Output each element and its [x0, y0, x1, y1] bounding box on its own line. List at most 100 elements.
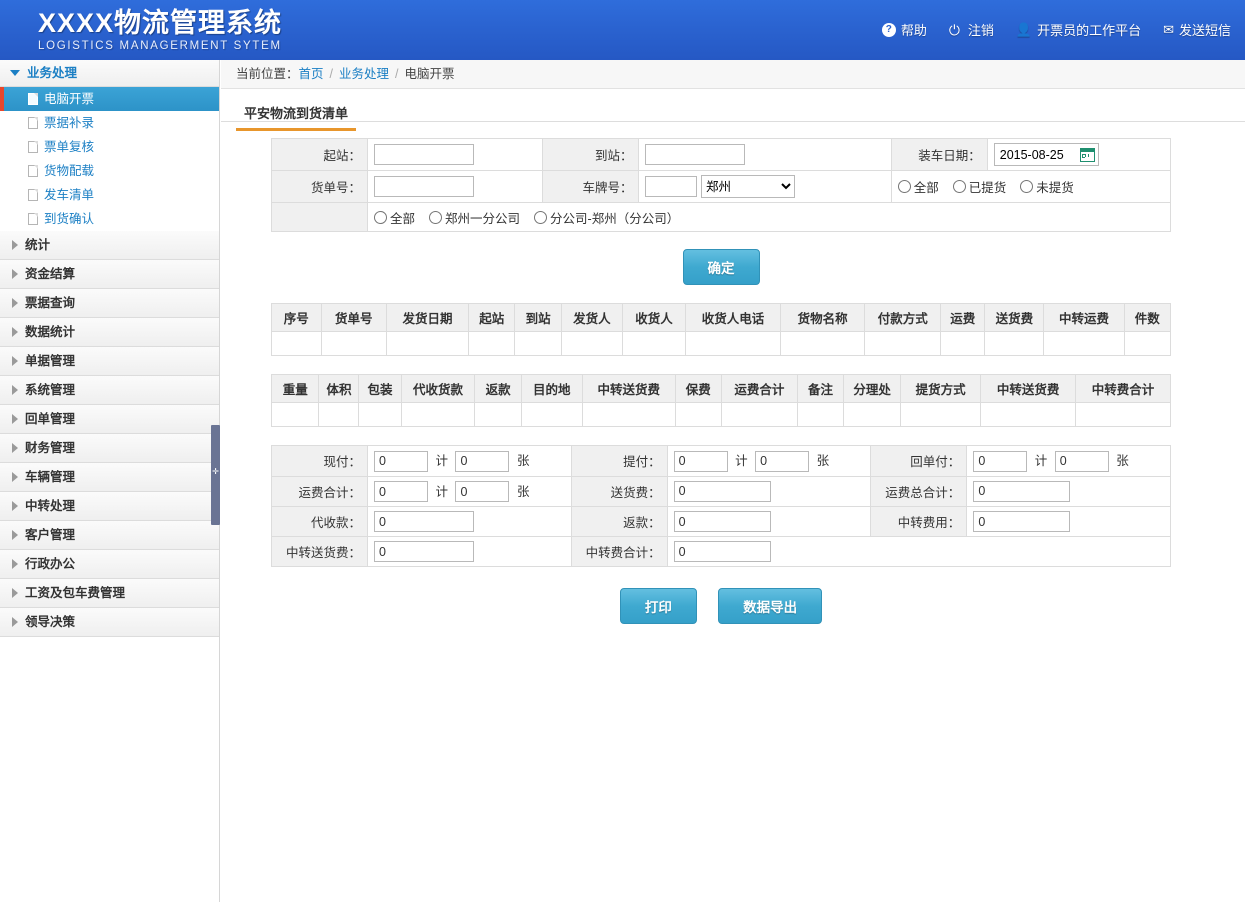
- sidebar-scrollbar[interactable]: [211, 60, 220, 902]
- search-form-row-3: 全部 郑州一分公司 分公司-郑州（分公司）: [272, 203, 1171, 232]
- waybill-input[interactable]: [374, 176, 474, 197]
- sidebar-group-label: 票据查询: [25, 289, 75, 318]
- cash-paid-count-input[interactable]: [455, 451, 509, 472]
- sidebar-scrollbar-thumb[interactable]: [211, 425, 220, 525]
- collect-paid-count-input[interactable]: [755, 451, 809, 472]
- freight-grand-total-input[interactable]: [973, 481, 1070, 502]
- branch-radio-zz-first[interactable]: 郑州一分公司: [429, 208, 520, 227]
- freight-total-input[interactable]: [374, 481, 428, 502]
- plate-input[interactable]: [645, 176, 697, 197]
- branch-radio-zz-first-input[interactable]: [429, 211, 442, 224]
- origin-input[interactable]: [374, 144, 474, 165]
- pickup-radio-picked[interactable]: 已提货: [953, 177, 1007, 196]
- pickup-radio-picked-input[interactable]: [953, 180, 966, 193]
- receipt-paid-cell: 计 张: [967, 446, 1171, 477]
- confirm-button[interactable]: 确定: [683, 249, 760, 285]
- freight-total-cell: 计 张: [368, 476, 572, 507]
- breadcrumb-separator: /: [395, 67, 398, 81]
- plate-region-select[interactable]: 郑州: [701, 175, 795, 198]
- branch-radio-all-input[interactable]: [374, 211, 387, 224]
- date-picker[interactable]: [994, 143, 1099, 166]
- load-date-input[interactable]: [998, 147, 1078, 163]
- sidebar-group-fund-settlement: 资金结算: [0, 260, 219, 289]
- pickup-radio-picked-label: 已提货: [969, 177, 1007, 196]
- nav-workspace[interactable]: 👤 开票员的工作平台: [1016, 20, 1141, 39]
- sidebar-item-vehicle-management[interactable]: 车辆管理: [0, 463, 219, 492]
- plate-field-cell: 郑州: [639, 171, 891, 203]
- sidebar-item-computer-invoice[interactable]: 电脑开票: [0, 87, 219, 111]
- sidebar-item-cargo-loading[interactable]: 货物配载: [0, 159, 219, 183]
- breadcrumb-home[interactable]: 首页: [299, 67, 324, 81]
- freight-total-label: 运费合计：: [272, 476, 368, 507]
- transfer-fee-total-input[interactable]: [674, 541, 771, 562]
- sidebar-group-bill-query: 票据查询: [0, 289, 219, 318]
- collect-paid-input[interactable]: [674, 451, 728, 472]
- branch-radio-zz-sub[interactable]: 分公司-郑州（分公司）: [534, 208, 679, 227]
- receipt-paid-input[interactable]: [973, 451, 1027, 472]
- sidebar-item-customer-management[interactable]: 客户管理: [0, 521, 219, 550]
- unit-zhang: 张: [517, 485, 530, 499]
- origin-label: 起站：: [272, 139, 368, 171]
- print-button[interactable]: 打印: [620, 588, 697, 624]
- branch-radio-all[interactable]: 全部: [374, 208, 415, 227]
- pickup-radio-unpicked-input[interactable]: [1020, 180, 1033, 193]
- col-pickup-method: 提货方式: [901, 375, 981, 403]
- sidebar-item-transfer-processing[interactable]: 中转处理: [0, 492, 219, 521]
- table-cell: [521, 403, 582, 427]
- logo-title-cn: XXXX物流管理系统: [38, 8, 282, 38]
- col-pieces: 件数: [1124, 304, 1170, 332]
- sidebar-item-statistics[interactable]: 统计: [0, 231, 219, 260]
- col-volume: 体积: [319, 375, 359, 403]
- sidebar-item-system-management[interactable]: 系统管理: [0, 376, 219, 405]
- pickup-radio-all-input[interactable]: [898, 180, 911, 193]
- col-origin: 起站: [469, 304, 515, 332]
- sidebar-item-bill-review[interactable]: 票单复核: [0, 135, 219, 159]
- transfer-fee-total-label: 中转费合计：: [571, 537, 667, 567]
- chevron-right-icon: [12, 530, 18, 540]
- sidebar-group-label: 回单管理: [25, 405, 75, 434]
- sidebar-item-document-management[interactable]: 单据管理: [0, 347, 219, 376]
- nav-logout[interactable]: ⏻ 注销: [949, 20, 994, 39]
- breadcrumb-level2[interactable]: 业务处理: [339, 67, 389, 81]
- sidebar-item-arrival-confirm[interactable]: 到货确认: [0, 207, 219, 231]
- refund-input[interactable]: [674, 511, 771, 532]
- nav-send-sms[interactable]: ✉ 发送短信: [1163, 20, 1231, 39]
- cash-paid-cell: 计 张: [368, 446, 572, 477]
- sidebar-item-finance-management[interactable]: 财务管理: [0, 434, 219, 463]
- sidebar-group-header-business[interactable]: 业务处理: [0, 60, 219, 87]
- sidebar-item-leadership-decision[interactable]: 领导决策: [0, 608, 219, 637]
- tab-arrival-list[interactable]: 平安物流到货清单: [236, 103, 356, 131]
- delivery-fee-input[interactable]: [674, 481, 771, 502]
- sidebar-item-receipt-management[interactable]: 回单管理: [0, 405, 219, 434]
- export-button[interactable]: 数据导出: [718, 588, 822, 624]
- dest-input[interactable]: [645, 144, 745, 165]
- sidebar-group-label: 单据管理: [25, 347, 75, 376]
- col-ship-date: 发货日期: [386, 304, 468, 332]
- cod-input[interactable]: [374, 511, 474, 532]
- main-content: 当前位置：首页/业务处理/电脑开票 平安物流到货清单 起站： 到站： 装车日期：: [221, 60, 1245, 902]
- transfer-delivery-fee-input[interactable]: [374, 541, 474, 562]
- sidebar-item-data-statistics[interactable]: 数据统计: [0, 318, 219, 347]
- receipt-paid-count-input[interactable]: [1055, 451, 1109, 472]
- pickup-radio-all[interactable]: 全部: [898, 177, 939, 196]
- table-cell: [1076, 403, 1171, 427]
- calendar-icon[interactable]: [1080, 148, 1095, 162]
- sidebar-item-bill-supplement[interactable]: 票据补录: [0, 111, 219, 135]
- sidebar-item-salary-charter[interactable]: 工资及包车费管理: [0, 579, 219, 608]
- col-branch-office: 分理处: [844, 375, 901, 403]
- nav-help[interactable]: ? 帮助: [882, 20, 927, 39]
- sidebar-group-label: 行政办公: [25, 550, 75, 579]
- sidebar-item-administration[interactable]: 行政办公: [0, 550, 219, 579]
- pickup-radio-unpicked[interactable]: 未提货: [1020, 177, 1074, 196]
- cash-paid-input[interactable]: [374, 451, 428, 472]
- sidebar-item-fund-settlement[interactable]: 资金结算: [0, 260, 219, 289]
- freight-total-count-input[interactable]: [455, 481, 509, 502]
- sidebar-item-departure-list[interactable]: 发车清单: [0, 183, 219, 207]
- transfer-fee-cell: [967, 507, 1171, 537]
- transfer-fee-input[interactable]: [973, 511, 1070, 532]
- sidebar-item-bill-query[interactable]: 票据查询: [0, 289, 219, 318]
- collect-paid-label: 提付：: [571, 446, 667, 477]
- branch-radio-zz-sub-input[interactable]: [534, 211, 547, 224]
- waybill-field-cell: [368, 171, 543, 203]
- sidebar-group-system-management: 系统管理: [0, 376, 219, 405]
